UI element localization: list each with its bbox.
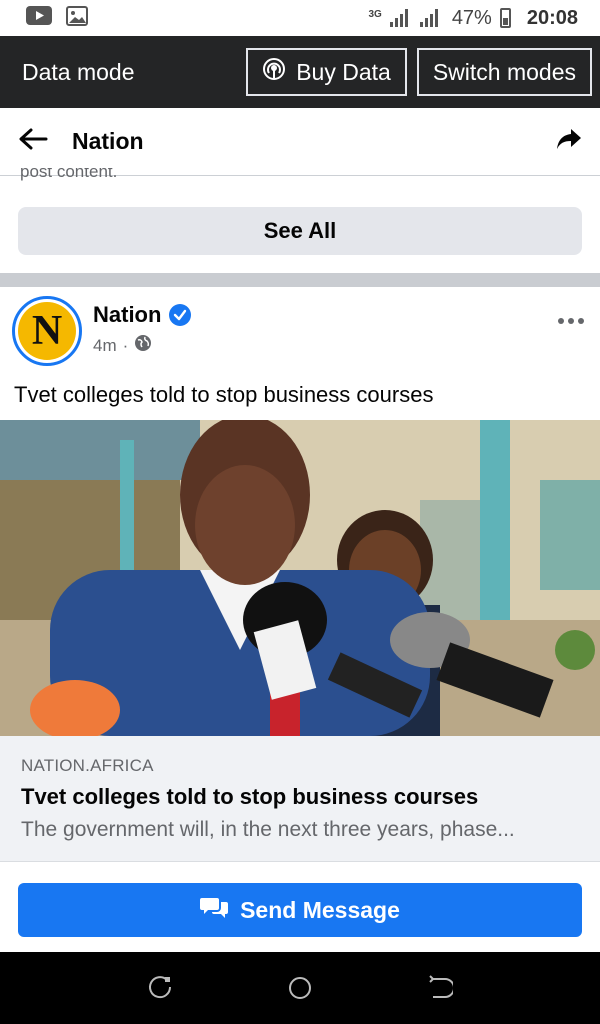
avatar[interactable]: N [12, 296, 82, 366]
recent-apps-icon[interactable] [140, 968, 180, 1008]
post-author[interactable]: Nation [93, 302, 161, 328]
post-image[interactable] [0, 420, 600, 736]
send-message-label: Send Message [240, 896, 400, 923]
link-title: Tvet colleges told to stop business cour… [21, 784, 479, 809]
post-text: Tvet colleges told to stop business cour… [14, 382, 434, 407]
clipped-post-text: post content. [20, 168, 118, 181]
back-arrow-icon[interactable] [18, 127, 48, 156]
post-time[interactable]: 4m [93, 336, 117, 356]
link-domain: NATION.AFRICA [21, 756, 154, 775]
share-icon[interactable] [556, 127, 582, 156]
globe-icon [134, 334, 152, 357]
post-header: N Nation 4m · [12, 296, 592, 370]
link-description: The government will, in the next three y… [21, 818, 515, 841]
gallery-icon [66, 5, 88, 31]
back-nav-icon[interactable] [420, 968, 460, 1008]
see-all-button[interactable]: See All [18, 207, 582, 255]
send-message-button[interactable]: Send Message [18, 883, 582, 937]
switch-modes-button[interactable]: Switch modes [416, 48, 592, 96]
messenger-chat-icon [200, 895, 229, 925]
link-preview[interactable]: NATION.AFRICA Tvet colleges told to stop… [0, 736, 600, 862]
battery-percent: 47% [451, 6, 492, 29]
signal-icon-2 [419, 9, 438, 27]
avatar-logo: N [18, 302, 76, 360]
broadcast-icon [262, 57, 286, 87]
data-mode-bar: Data mode Buy Data Switch modes [0, 36, 600, 108]
more-options-icon[interactable] [558, 318, 584, 324]
switch-modes-label: Switch modes [432, 58, 576, 85]
status-bar: 3G 47% 20:08 [0, 0, 600, 36]
signal-icon [389, 9, 408, 27]
battery-icon [499, 8, 511, 28]
buy-data-label: Buy Data [296, 58, 391, 85]
home-icon[interactable] [280, 968, 320, 1008]
section-divider [0, 273, 600, 287]
buy-data-button[interactable]: Buy Data [246, 48, 407, 96]
youtube-icon [26, 6, 52, 30]
clock: 20:08 [526, 6, 578, 29]
page-header: Nation [0, 108, 600, 176]
verified-badge-icon [169, 304, 192, 326]
system-nav-bar [0, 952, 600, 1024]
data-mode-label: Data mode [22, 58, 135, 85]
network-type: 3G [368, 8, 382, 20]
dot-separator: · [122, 335, 129, 355]
page-title: Nation [72, 128, 144, 154]
